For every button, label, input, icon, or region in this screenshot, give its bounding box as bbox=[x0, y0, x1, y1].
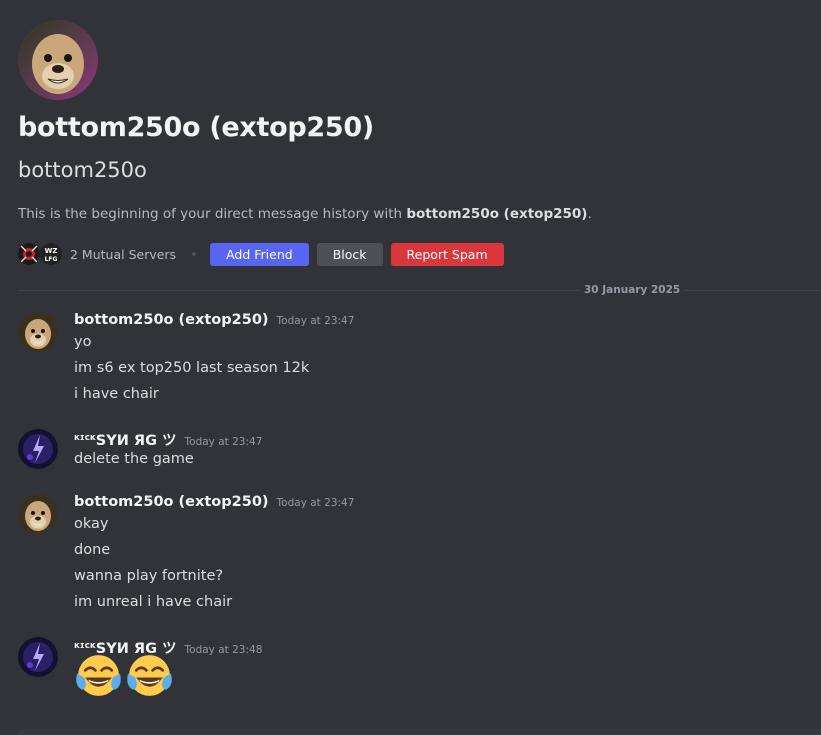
dm-view: bottom250o (extop250) bottom250o This is… bbox=[0, 0, 821, 735]
face-with-tears-of-joy-icon[interactable] bbox=[74, 651, 123, 700]
message-author[interactable]: bottom250o (extop250) bbox=[74, 494, 269, 510]
message-text: i have chair bbox=[74, 386, 159, 402]
block-button[interactable]: Block bbox=[316, 242, 383, 266]
mutual-servers-link[interactable]: 2 Mutual Servers bbox=[70, 247, 176, 262]
message-timestamp[interactable]: Today at 23:48 bbox=[185, 644, 263, 656]
message-text: wanna play fortnite? bbox=[74, 568, 224, 584]
avatar[interactable] bbox=[18, 637, 58, 677]
date-divider-label: 30 January 2025 bbox=[580, 284, 685, 296]
intro-name: bottom250o (extop250) bbox=[406, 206, 588, 222]
message-text: yo bbox=[74, 334, 92, 350]
dm-intro-text: This is the beginning of your direct mes… bbox=[18, 206, 592, 222]
separator-dot bbox=[192, 252, 197, 256]
author-prefix: ĸɪcĸ bbox=[74, 641, 96, 651]
message-author[interactable]: bottom250o (extop250) bbox=[74, 312, 269, 328]
intro-prefix: This is the beginning of your direct mes… bbox=[18, 206, 407, 222]
message-timestamp[interactable]: Today at 23:47 bbox=[277, 497, 355, 509]
message-header: bottom250o (extop250) Today at 23:47 bbox=[74, 494, 354, 510]
server-icon-red[interactable] bbox=[18, 243, 40, 265]
message-text: done bbox=[74, 542, 111, 558]
message-text: im s6 ex top250 last season 12k bbox=[74, 360, 310, 376]
message-timestamp[interactable]: Today at 23:47 bbox=[277, 315, 355, 327]
report-spam-button[interactable]: Report Spam bbox=[390, 242, 504, 266]
message-header: bottom250o (extop250) Today at 23:47 bbox=[74, 312, 354, 328]
message-text: im unreal i have chair bbox=[74, 594, 233, 610]
message-input-edge[interactable] bbox=[18, 729, 821, 735]
message-text: delete the game bbox=[74, 451, 194, 467]
message-text: okay bbox=[74, 516, 109, 532]
message-header: ĸɪcĸSYИ ЯG ツ Today at 23:47 bbox=[74, 429, 262, 450]
message-timestamp[interactable]: Today at 23:47 bbox=[185, 436, 263, 448]
add-friend-button[interactable]: Add Friend bbox=[210, 242, 309, 266]
face-with-tears-of-joy-icon[interactable] bbox=[125, 651, 174, 700]
profile-avatar[interactable] bbox=[18, 20, 98, 100]
message-author[interactable]: ĸɪcĸSYИ ЯG ツ bbox=[74, 429, 177, 450]
author-name: SYИ ЯG ツ bbox=[95, 433, 177, 449]
author-prefix: ĸɪcĸ bbox=[74, 433, 96, 443]
intro-suffix: . bbox=[587, 206, 592, 222]
avatar[interactable] bbox=[18, 312, 58, 352]
profile-actions: WZ LFG 2 Mutual Servers Add Friend Block… bbox=[18, 242, 512, 266]
avatar[interactable] bbox=[18, 429, 58, 469]
date-divider bbox=[18, 290, 821, 291]
message-emojis bbox=[74, 651, 174, 700]
svg-text:LFG: LFG bbox=[45, 256, 58, 263]
avatar[interactable] bbox=[18, 494, 58, 534]
server-icon-wz[interactable]: WZ LFG bbox=[40, 243, 62, 265]
svg-text:WZ: WZ bbox=[45, 247, 58, 255]
profile-username: bottom250o bbox=[18, 158, 147, 182]
profile-display-name: bottom250o (extop250) bbox=[18, 112, 374, 143]
